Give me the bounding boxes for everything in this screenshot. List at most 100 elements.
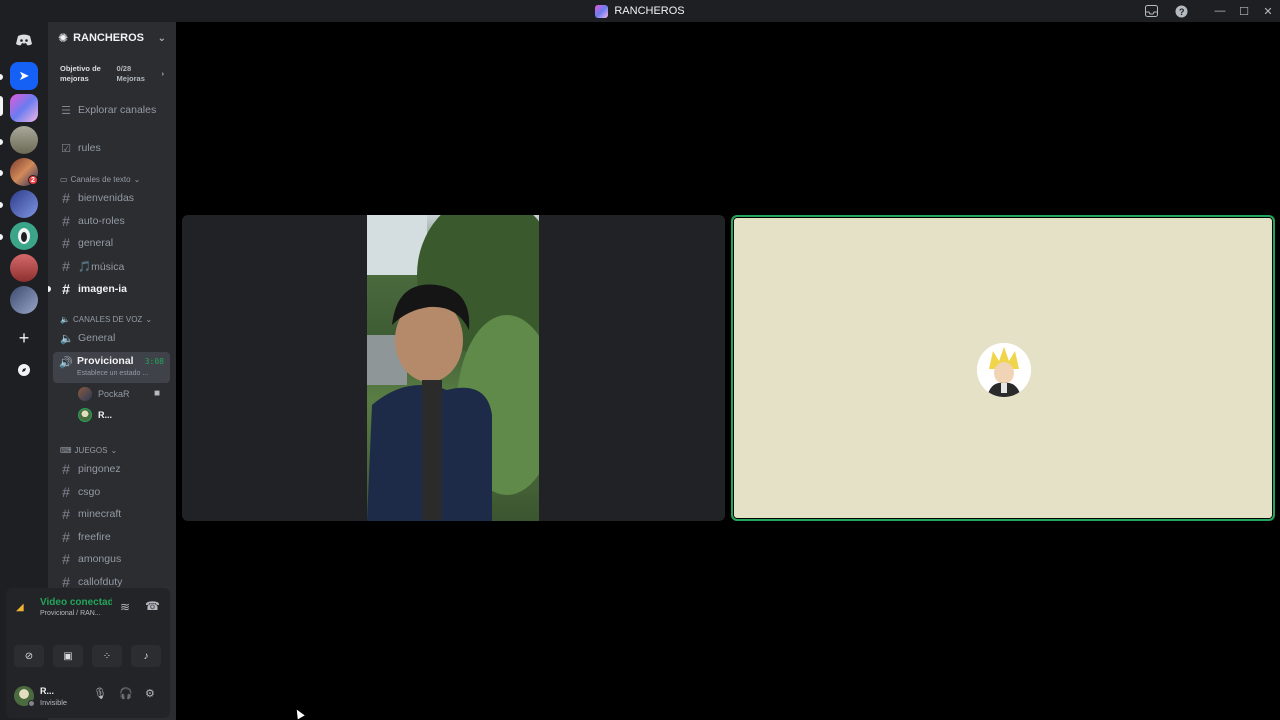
mention-badge: 2 [28, 175, 38, 185]
hash-icon: # [62, 461, 70, 477]
connection-location[interactable]: Provicional / RAN... [40, 610, 101, 617]
channel-rules[interactable]: ☑ rules [54, 138, 170, 158]
category-games[interactable]: ⌨ JUEGOS ⌄ [60, 446, 117, 455]
close-icon[interactable]: ✕ [1256, 0, 1280, 22]
browse-channels-label: Explorar canales [78, 104, 157, 116]
channel-item[interactable]: # freefire [54, 527, 170, 547]
channel-item[interactable]: # general [54, 233, 170, 253]
inbox-icon[interactable] [1136, 0, 1166, 22]
soundboard-button[interactable]: ♪ [131, 645, 161, 667]
category-text-label: Canales de texto [70, 175, 131, 184]
voice-user[interactable]: PockaR [78, 387, 130, 401]
hash-icon: # [62, 235, 70, 251]
minimize-icon[interactable]: — [1208, 0, 1232, 22]
browse-channels[interactable]: ☰ Explorar canales [54, 100, 170, 120]
voice-channel-label: General [78, 332, 116, 344]
voice-channel-name: Provicional [77, 355, 134, 367]
channel-item[interactable]: # auto-roles [54, 211, 170, 231]
avatar [977, 343, 1031, 397]
unread-indicator [0, 202, 3, 208]
boost-goal[interactable]: Objetivo de mejoras 0/28 Mejoras › [54, 60, 170, 88]
activities-button[interactable]: ⁘ [92, 645, 122, 667]
avatar [78, 408, 92, 422]
channel-label: minecraft [78, 508, 122, 520]
text-category-icon: ▭ [60, 175, 68, 184]
server-icon-1[interactable]: ➤ [10, 62, 38, 90]
server-icon-3[interactable] [10, 126, 38, 154]
server-icon-2[interactable] [10, 94, 38, 122]
hash-icon: # [62, 484, 70, 500]
avatar [78, 387, 92, 401]
server-icon-8[interactable] [10, 286, 38, 314]
games-category-icon: ⌨ [60, 446, 72, 455]
voice-category-icon: 🔈 [60, 315, 70, 324]
speaker-icon: 🔈 [60, 332, 74, 345]
hash-icon: # [62, 258, 70, 274]
chevron-right-icon: › [161, 69, 165, 78]
screen-share-button[interactable]: ▣ [53, 645, 83, 667]
unread-indicator [0, 74, 3, 80]
category-text[interactable]: ▭ Canales de texto ⌄ [60, 175, 140, 184]
video-tile-camera[interactable] [182, 215, 725, 521]
channel-label: 🎵música [78, 260, 125, 273]
channel-item[interactable]: # csgo [54, 482, 170, 502]
channel-item[interactable]: # amongus [54, 549, 170, 569]
voice-connection: ◢ Video conectado Provicional / RAN... ≋… [6, 588, 170, 628]
channel-item[interactable]: # pingonez [54, 459, 170, 479]
boost-label: Objetivo de mejoras [60, 64, 101, 83]
unread-indicator [0, 170, 3, 176]
user-info[interactable]: R... Invisible 🎙 🎧 ⚙ [6, 682, 170, 718]
channel-label: callofduty [78, 576, 123, 588]
camera-video [367, 215, 539, 521]
server-icon-5[interactable] [10, 190, 38, 218]
video-tile-avatar[interactable] [731, 215, 1275, 521]
server-icon-7[interactable] [10, 254, 38, 282]
add-server-icon[interactable]: + [10, 324, 38, 352]
server-icon-6[interactable] [10, 222, 38, 250]
voice-channel-active[interactable]: 🔊 Provicional 3:08 Establece un estado .… [53, 352, 170, 383]
connection-status[interactable]: Video conectado [40, 597, 112, 608]
title-bar: RANCHEROS ? — ☐ ✕ [0, 0, 1280, 22]
camera-icon: ■ [154, 388, 161, 399]
noise-suppression-icon[interactable]: ≋ [120, 600, 130, 614]
user-name: R... [40, 686, 55, 696]
category-games-label: JUEGOS [74, 446, 108, 455]
window-title-text: RANCHEROS [614, 5, 685, 17]
hash-icon: # [62, 506, 70, 522]
speaker-icon: 🔊 [59, 357, 73, 369]
guild-name: RANCHEROS [73, 32, 144, 44]
camera-off-button[interactable]: ⊘ [14, 645, 44, 667]
channel-label: freefire [78, 531, 111, 543]
guild-icon: ✺ [58, 31, 69, 45]
voice-channel-general[interactable]: 🔈 General [54, 328, 170, 348]
channel-label: general [78, 237, 114, 249]
gear-icon[interactable]: ⚙ [145, 687, 155, 700]
category-voice[interactable]: 🔈 CANALES DE VOZ ⌄ [60, 315, 152, 324]
headphones-icon[interactable]: 🎧 [119, 687, 133, 700]
channel-item[interactable]: # 🎵música [54, 256, 170, 276]
help-icon[interactable]: ? [1166, 0, 1196, 22]
channel-item[interactable]: # minecraft [54, 504, 170, 524]
channel-label: pingonez [78, 463, 121, 475]
rules-icon: ☑ [61, 142, 71, 155]
discover-icon[interactable] [10, 356, 38, 384]
hash-icon: # [62, 551, 70, 567]
channel-label: csgo [78, 486, 101, 498]
voice-user[interactable]: R... [78, 408, 112, 422]
disconnect-icon[interactable]: ☎ [145, 599, 160, 613]
voice-status: Establece un estado ... [77, 370, 149, 377]
discord-home-icon[interactable] [10, 26, 38, 54]
window-title: RANCHEROS [595, 4, 685, 18]
maximize-icon[interactable]: ☐ [1232, 0, 1256, 22]
guild-header[interactable]: ✺ RANCHEROS ⌄ [48, 22, 176, 54]
channel-label: amongus [78, 553, 122, 565]
status-indicator [28, 700, 35, 707]
channel-item[interactable]: # bienvenidas [54, 188, 170, 208]
call-area [176, 22, 1280, 720]
channel-item[interactable]: # imagen-ia [54, 279, 170, 299]
microphone-icon[interactable]: 🎙 [93, 687, 107, 700]
chevron-down-icon: ⌄ [157, 32, 166, 44]
server-icon [595, 4, 609, 18]
unread-indicator [48, 286, 51, 292]
signal-icon[interactable]: ◢ [16, 602, 24, 613]
